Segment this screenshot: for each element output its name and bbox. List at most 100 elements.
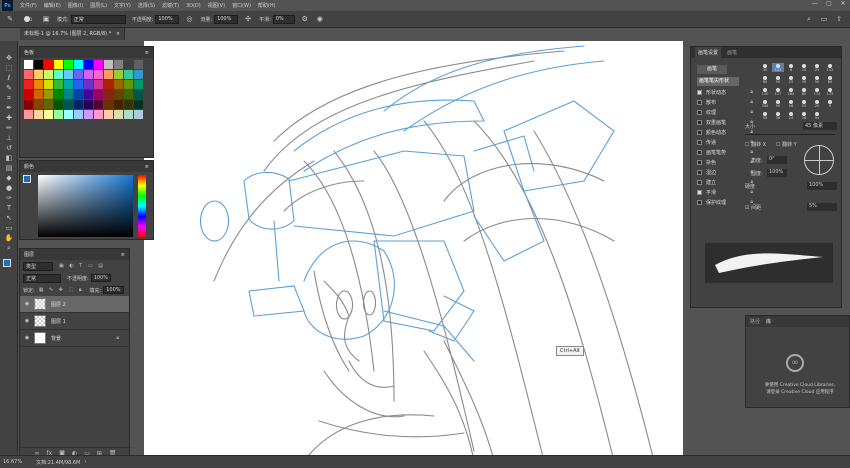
tab-paths[interactable]: 路径 (750, 318, 760, 325)
brush-tip[interactable]: 25 (798, 100, 810, 109)
brush-option-row[interactable]: 杂色 🔒︎ (691, 157, 757, 167)
brush-option-row[interactable]: 湿边 🔒︎ (691, 167, 757, 177)
brush-tip[interactable]: 60 (824, 75, 836, 84)
brush-option-checkbox[interactable] (697, 119, 702, 125)
brush-tip[interactable]: 30 (759, 63, 771, 72)
spacing-input[interactable]: 5% (807, 203, 837, 211)
brush-option-checkbox[interactable] (697, 149, 702, 155)
color-swatch[interactable] (54, 90, 63, 99)
workspace-icon[interactable]: ▭ (819, 14, 829, 24)
color-swatch[interactable] (74, 110, 83, 119)
brush-tip[interactable]: 112 (824, 63, 836, 72)
color-swatch[interactable] (64, 90, 73, 99)
airbrush-icon[interactable]: ✣ (243, 14, 253, 24)
stamp-icon[interactable]: ⊥ (0, 133, 18, 143)
color-swatch[interactable] (44, 80, 53, 89)
color-swatch[interactable] (24, 80, 33, 89)
brush-tip[interactable]: 24 (785, 112, 797, 121)
brush-tip[interactable]: 80 (798, 87, 810, 96)
hue-slider[interactable] (138, 175, 146, 237)
menu-filter[interactable]: 滤镜(T) (162, 2, 179, 9)
option-lock-icon[interactable]: 🔒︎ (750, 149, 753, 155)
brush-tip[interactable]: 36 (772, 112, 784, 121)
path-select-icon[interactable]: ↖ (0, 213, 18, 223)
history-brush-icon[interactable]: ↺ (0, 143, 18, 153)
brush-tip-shape-button[interactable]: 画笔笔尖形状 (697, 77, 739, 86)
color-swatch[interactable] (114, 70, 123, 79)
tab-brush-settings[interactable]: 画笔设置 (695, 47, 722, 58)
brush-option-checkbox[interactable] (697, 89, 702, 95)
color-swatch[interactable] (114, 60, 123, 69)
brush-option-row[interactable]: 散布 🔒︎ (691, 97, 757, 107)
color-swatch[interactable] (44, 60, 53, 69)
foreground-color-swatch[interactable] (3, 259, 11, 267)
brush-tip[interactable]: 10 (798, 63, 810, 72)
color-swatch[interactable] (44, 100, 53, 109)
color-swatch[interactable] (34, 70, 43, 79)
smooth-settings-gear-icon[interactable]: ⚙ (300, 14, 310, 24)
color-swatch[interactable] (24, 60, 33, 69)
color-swatch[interactable] (114, 100, 123, 109)
color-swatch[interactable] (134, 80, 143, 89)
menu-type[interactable]: 文字(Y) (114, 2, 131, 9)
size-slider[interactable] (745, 134, 835, 135)
color-swatch[interactable] (114, 110, 123, 119)
color-swatch[interactable] (44, 110, 53, 119)
marquee-icon[interactable]: ⬚ (0, 63, 18, 73)
fill-input[interactable]: 100% (103, 286, 124, 294)
angle-roundness-widget[interactable] (804, 145, 834, 175)
menu-edit[interactable]: 编辑(E) (44, 2, 61, 9)
brush-tip[interactable]: 60 (759, 75, 771, 84)
color-swatch[interactable] (34, 80, 43, 89)
brush-option-checkbox[interactable] (697, 99, 702, 105)
color-swatch[interactable] (94, 80, 103, 89)
brush-option-row[interactable]: 形状动态 🔒︎ (691, 87, 757, 97)
color-swatch[interactable] (134, 110, 143, 119)
visibility-eye-icon[interactable]: ◉ (20, 318, 34, 324)
status-arrow-icon[interactable]: › (84, 459, 86, 465)
document-canvas[interactable]: Ctrl+Alt (144, 41, 683, 461)
color-swatch[interactable] (34, 100, 43, 109)
shape-icon[interactable]: ▭ (0, 223, 18, 233)
type-icon[interactable]: T (0, 203, 18, 213)
color-swatch[interactable] (54, 70, 63, 79)
brush-tip[interactable]: 127 (772, 87, 784, 96)
layer-filter-icons[interactable]: ▣ ◐ T ▭ ▤ (59, 263, 105, 269)
color-swatch[interactable] (104, 70, 113, 79)
spacing-checkbox[interactable]: ☑ 间距 (745, 204, 761, 211)
color-swatch[interactable] (64, 80, 73, 89)
color-picker-field[interactable] (38, 175, 133, 237)
healing-icon[interactable]: ✚ (0, 113, 18, 123)
menu-layer[interactable]: 图层(L) (90, 2, 107, 9)
color-swatch[interactable] (54, 60, 63, 69)
menu-image[interactable]: 图像(I) (68, 2, 83, 9)
brush-tip[interactable]: 306 (759, 100, 771, 109)
color-swatch[interactable] (84, 90, 93, 99)
panel-menu-icon[interactable]: ≡ (121, 252, 125, 258)
brush-icon[interactable]: ✏ (0, 123, 18, 133)
size-input[interactable]: 45 像素 (803, 122, 837, 130)
blur-icon[interactable]: ◆ (0, 173, 18, 183)
color-swatch[interactable] (74, 80, 83, 89)
search-icon[interactable]: ⌕ (804, 14, 814, 24)
color-swatch[interactable] (24, 100, 33, 109)
color-swatch[interactable] (24, 90, 33, 99)
pressure-opacity-icon[interactable]: ◎ (184, 14, 194, 24)
pressure-size-icon[interactable]: ◉ (315, 14, 325, 24)
zoom-icon[interactable]: ⌕ (0, 243, 18, 253)
color-swatch[interactable] (24, 110, 33, 119)
quick-select-icon[interactable]: ✎ (0, 83, 18, 93)
color-swatch[interactable] (104, 110, 113, 119)
maximize-button[interactable]: ▢ (822, 0, 836, 11)
color-swatch[interactable] (64, 70, 73, 79)
menu-file[interactable]: 文件(F) (20, 2, 37, 9)
color-swatch[interactable] (84, 70, 93, 79)
option-lock-icon[interactable]: 🔒︎ (750, 109, 753, 115)
menu-help[interactable]: 帮助(H) (258, 2, 276, 9)
color-swatch[interactable] (124, 80, 133, 89)
color-swatch[interactable] (104, 60, 113, 69)
color-swatch[interactable] (74, 60, 83, 69)
crop-icon[interactable]: ⌗ (0, 93, 18, 103)
hand-icon[interactable]: ✋ (0, 233, 18, 243)
color-swatch[interactable] (114, 80, 123, 89)
